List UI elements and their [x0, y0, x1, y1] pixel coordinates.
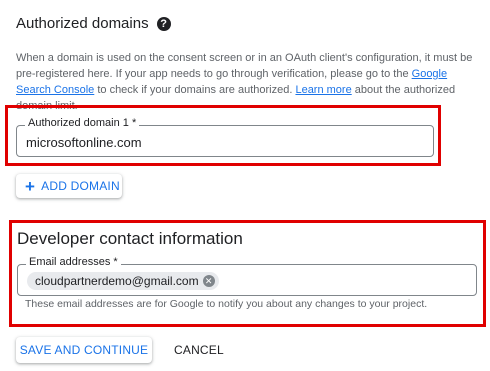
help-icon[interactable]: ?	[156, 16, 171, 31]
plus-icon: +	[25, 176, 36, 196]
learn-more-link[interactable]: Learn more	[295, 84, 351, 96]
description-text-2: to check if your domains are authorized.	[94, 84, 296, 96]
authorized-domain-label: Authorized domain 1 *	[25, 117, 140, 129]
authorized-domain-field[interactable]: Authorized domain 1 * microsoftonline.co…	[16, 117, 434, 157]
add-domain-button[interactable]: + ADD DOMAIN	[16, 174, 122, 198]
email-addresses-label: Email addresses *	[26, 256, 121, 268]
save-and-continue-button[interactable]: SAVE AND CONTINUE	[16, 337, 152, 363]
description-text-1: When a domain is used on the consent scr…	[16, 52, 473, 80]
authorized-domains-title: Authorized domains	[16, 15, 149, 32]
authorized-domain-value: microsoftonline.com	[26, 135, 142, 150]
email-hint-text: These email addresses are for Google to …	[25, 298, 428, 310]
developer-contact-title: Developer contact information	[17, 229, 243, 248]
authorized-domains-heading: Authorized domains ?	[16, 15, 171, 32]
email-chip[interactable]: cloudpartnerdemo@gmail.com ✕	[27, 272, 219, 290]
cancel-button[interactable]: CANCEL	[166, 337, 232, 363]
close-circle-icon[interactable]: ✕	[202, 275, 215, 287]
email-addresses-field[interactable]: Email addresses * cloudpartnerdemo@gmail…	[17, 256, 477, 296]
add-domain-label: ADD DOMAIN	[41, 179, 120, 193]
email-chip-label: cloudpartnerdemo@gmail.com	[35, 274, 199, 288]
